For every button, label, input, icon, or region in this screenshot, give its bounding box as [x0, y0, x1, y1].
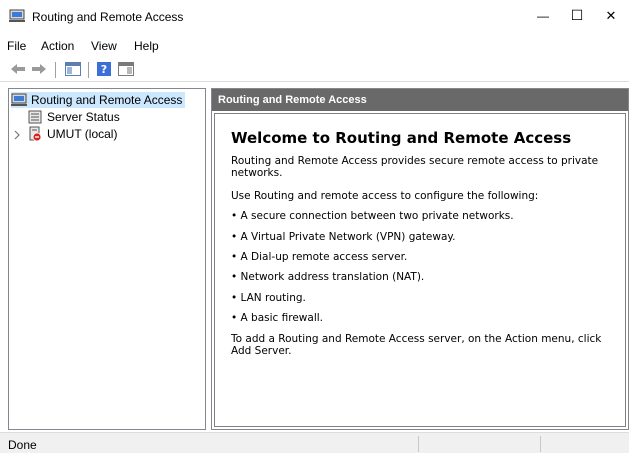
tree-item-umut-local[interactable]: UMUT (local) — [27, 126, 117, 142]
menu-help[interactable]: Help — [134, 39, 159, 53]
forward-button[interactable] — [29, 61, 49, 79]
server-stopped-icon — [27, 126, 43, 142]
status-bar: Done — [0, 432, 629, 453]
svg-text:?: ? — [101, 63, 107, 76]
tree-item-routing-root[interactable]: Routing and Remote Access — [11, 92, 186, 108]
chevron-right-icon[interactable] — [12, 129, 22, 140]
status-separator — [540, 436, 541, 452]
tree-item-label: Server Status — [47, 110, 120, 124]
tree-item-server-status[interactable]: Server Status — [27, 109, 120, 125]
menu-bar: File Action View Help — [0, 36, 629, 56]
feature-bullet: • A Dial-up remote access server. — [231, 251, 408, 263]
intro-paragraph: Routing and Remote Access provides secur… — [231, 155, 599, 179]
feature-bullet: • A basic firewall. — [231, 312, 324, 324]
back-arrow-icon — [10, 63, 26, 78]
feature-bullet: • Network address translation (NAT). — [231, 271, 425, 283]
toolbar-separator — [88, 62, 89, 78]
add-server-instructions: To add a Routing and Remote Access serve… — [231, 333, 602, 357]
toolbar-separator — [55, 62, 56, 78]
status-text: Done — [8, 438, 37, 452]
show-hide-console-tree-icon — [65, 61, 81, 79]
feature-bullet: • LAN routing. — [231, 292, 306, 304]
tree-item-label: Routing and Remote Access — [31, 93, 183, 107]
menu-view[interactable]: View — [91, 39, 117, 53]
action-pane-icon — [118, 61, 134, 79]
window-title: Routing and Remote Access — [32, 10, 184, 24]
status-separator — [418, 436, 419, 452]
menu-action[interactable]: Action — [41, 39, 74, 53]
console-tree[interactable]: Routing and Remote Access Server Status … — [8, 88, 206, 430]
menu-file[interactable]: File — [7, 39, 26, 53]
feature-bullet: • A secure connection between two privat… — [231, 210, 514, 222]
minimize-icon: — — [537, 8, 549, 23]
tree-item-label: UMUT (local) — [47, 127, 118, 141]
title-bar[interactable]: Routing and Remote Access — ☐ ✕ — [0, 0, 629, 31]
show-hide-console-tree-button[interactable] — [63, 61, 83, 79]
feature-bullet: • A Virtual Private Network (VPN) gatewa… — [231, 231, 456, 243]
toolbar: ? — [0, 58, 629, 82]
back-button[interactable] — [8, 61, 28, 79]
routing-app-icon — [9, 9, 25, 23]
help-icon: ? — [97, 61, 111, 79]
close-button[interactable]: ✕ — [593, 0, 629, 31]
help-button[interactable]: ? — [94, 61, 114, 79]
configure-intro: Use Routing and remote access to configu… — [231, 190, 539, 202]
details-header: Routing and Remote Access — [212, 89, 628, 111]
server-status-icon — [27, 109, 43, 125]
action-pane-button[interactable] — [116, 61, 136, 79]
close-icon: ✕ — [605, 7, 617, 23]
welcome-heading: Welcome to Routing and Remote Access — [231, 129, 572, 147]
routing-app-icon — [11, 92, 27, 108]
forward-arrow-icon — [31, 63, 47, 78]
maximize-icon: ☐ — [570, 7, 584, 23]
